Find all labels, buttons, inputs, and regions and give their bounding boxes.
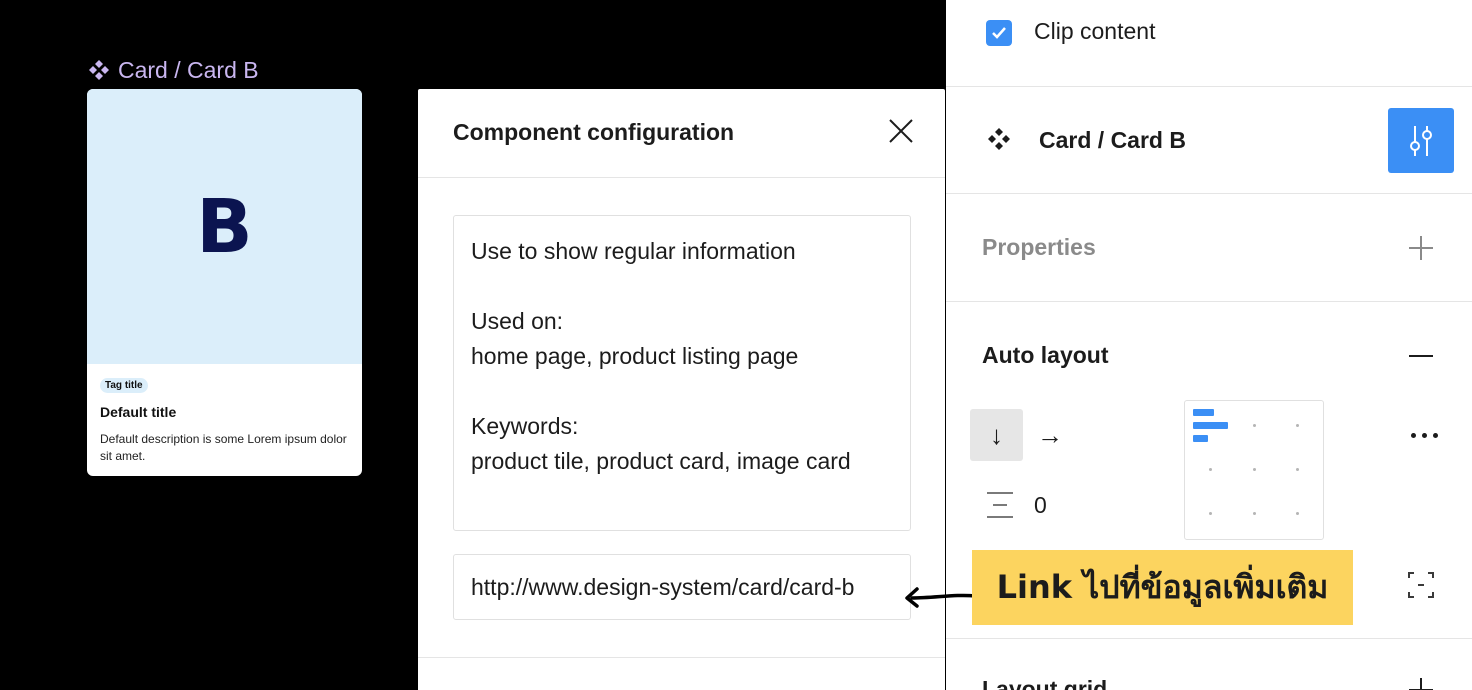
checkbox-check-icon	[992, 27, 1006, 39]
card-component[interactable]: B Tag title Default title Default descri…	[87, 89, 362, 476]
arrow-down-icon: ↓	[990, 419, 1003, 450]
more-icon[interactable]	[1404, 420, 1444, 450]
panel-divider	[946, 638, 1472, 639]
alignment-dot[interactable]	[1209, 468, 1212, 471]
spacing-icon	[987, 492, 1013, 518]
frame-label-text: Card / Card B	[118, 56, 259, 83]
documentation-link-value: http://www.design-system/card/card-b	[471, 573, 855, 600]
frame-label[interactable]: Card / Card B	[88, 56, 259, 84]
component-configuration-button[interactable]	[1388, 108, 1454, 173]
component-configuration-modal: Component configuration Use to show regu…	[418, 89, 945, 690]
clip-content-checkbox[interactable]	[986, 20, 1012, 46]
modal-header: Component configuration	[418, 89, 945, 178]
plus-icon[interactable]	[1407, 676, 1435, 690]
alignment-dot[interactable]	[1296, 424, 1299, 427]
auto-layout-label: Auto layout	[982, 342, 1109, 368]
alignment-bar	[1193, 435, 1208, 442]
description-textarea[interactable]: Use to show regular information Used on: h…	[453, 215, 911, 531]
alignment-dot[interactable]	[1253, 424, 1256, 427]
card-letter: B	[196, 183, 253, 270]
alignment-dot[interactable]	[1296, 468, 1299, 471]
properties-label: Properties	[982, 234, 1096, 260]
component-icon	[89, 60, 109, 80]
description-line: Use to show regular information	[471, 238, 796, 264]
alignment-bar	[1193, 409, 1214, 416]
alignment-grid[interactable]	[1184, 400, 1324, 540]
panel-divider	[946, 193, 1472, 194]
spacing-value[interactable]: 0	[1034, 492, 1047, 519]
description-line	[471, 374, 893, 409]
arrow-right-icon: →	[1037, 419, 1063, 450]
description-line: Keywords:	[471, 413, 579, 439]
panel-divider	[946, 86, 1472, 87]
curved-arrow-icon	[905, 587, 978, 608]
alignment-bar	[1193, 422, 1228, 429]
clip-content-label: Clip content	[1034, 18, 1156, 44]
alignment-dot[interactable]	[1253, 468, 1256, 471]
description-line: home page, product listing page	[471, 343, 799, 369]
close-icon[interactable]	[886, 116, 916, 146]
documentation-link-input[interactable]: http://www.design-system/card/card-b	[453, 554, 911, 620]
panel-divider	[946, 301, 1472, 302]
modal-title: Component configuration	[453, 119, 735, 145]
padding-icon[interactable]	[1407, 571, 1435, 599]
alignment-dot[interactable]	[1209, 512, 1212, 515]
card-tag: Tag title	[100, 378, 148, 393]
layout-grid-label: Layout grid	[982, 676, 1108, 690]
plus-icon[interactable]	[1407, 234, 1435, 262]
annotation-callout: Link ไปที่ข้อมูลเพิ่มเติม	[972, 550, 1353, 625]
card-description: Default description is some Lorem ipsum …	[100, 432, 347, 463]
direction-horizontal-button[interactable]: →	[1030, 409, 1070, 461]
minus-icon[interactable]	[1407, 342, 1435, 370]
instance-name: Card / Card B	[1039, 127, 1186, 153]
direction-vertical-button[interactable]: ↓	[970, 409, 1023, 461]
description-line	[471, 269, 893, 304]
alignment-dot[interactable]	[1253, 512, 1256, 515]
alignment-dot[interactable]	[1296, 512, 1299, 515]
sliders-icon	[1410, 125, 1432, 156]
description-line: Used on:	[471, 308, 564, 334]
instance-icon	[988, 128, 1010, 150]
modal-divider	[418, 657, 945, 658]
card-title: Default title	[100, 404, 177, 420]
description-line: product tile, product card, image card	[471, 448, 851, 474]
card-image: B	[87, 89, 362, 364]
